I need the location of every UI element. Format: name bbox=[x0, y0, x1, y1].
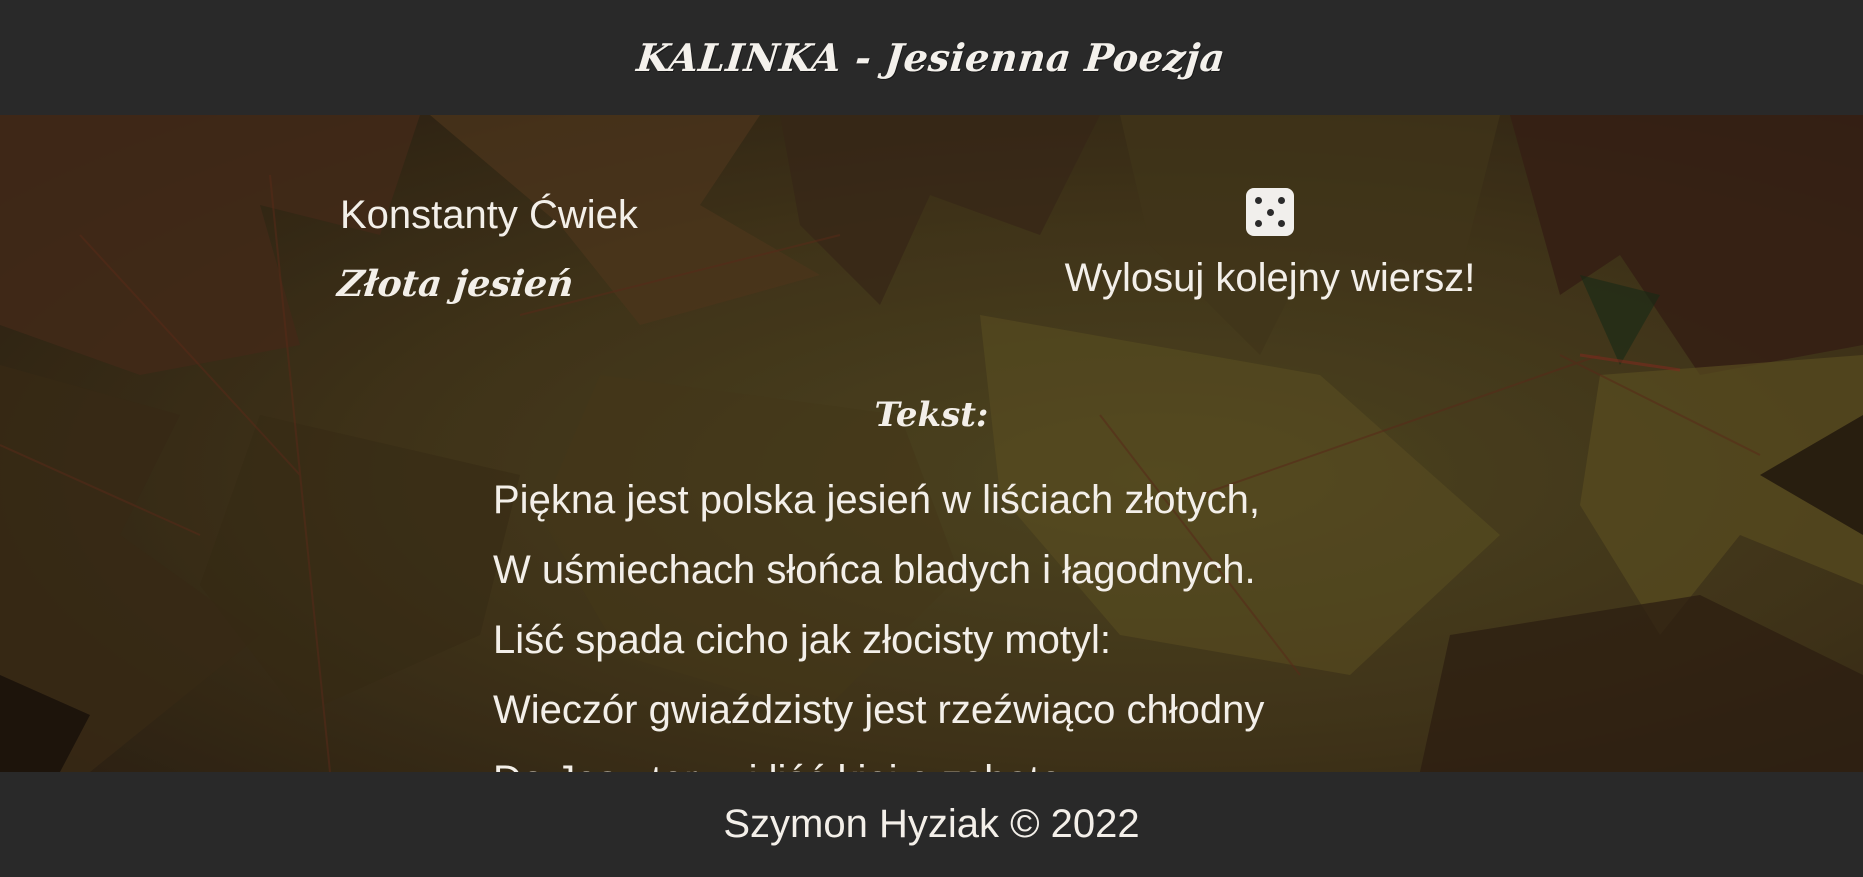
poem-line: Do Jesu ter w i liść kiej e zobate bbox=[493, 745, 1264, 772]
poem-title: Złota jesień bbox=[335, 263, 576, 305]
footer: Szymon Hyziak © 2022 bbox=[0, 772, 1863, 877]
page: KALINKA - Jesienna Poezja Konstanty Ćwie… bbox=[0, 0, 1863, 877]
poem-section: Konstanty Ćwiek Złota jesień Wylosuj kol… bbox=[0, 115, 1863, 772]
random-poem-label: Wylosuj kolejny wiersz! bbox=[1064, 256, 1476, 300]
poem-line: Wieczór gwiaździsty jest rzeźwiąco chłod… bbox=[493, 688, 1265, 732]
poem-author: Konstanty Ćwiek bbox=[340, 193, 638, 237]
poem-line: W uśmiechach słońca bladych i łagodnych. bbox=[493, 548, 1256, 592]
poem-text: Piękna jest polska jesień w liściach zło… bbox=[493, 465, 1264, 772]
random-poem-button[interactable]: Wylosuj kolejny wiersz! bbox=[1030, 188, 1510, 318]
footer-copyright: Szymon Hyziak © 2022 bbox=[723, 802, 1140, 846]
poem-line: Piękna jest polska jesień w liściach zło… bbox=[493, 478, 1261, 522]
dice-icon bbox=[1246, 188, 1294, 236]
site-title: KALINKA - Jesienna Poezja bbox=[635, 35, 1228, 80]
text-heading: Tekst: bbox=[874, 395, 989, 435]
top-bar: KALINKA - Jesienna Poezja bbox=[0, 0, 1863, 115]
poem-line: Liść spada cicho jak złocisty motyl: bbox=[493, 618, 1112, 662]
poem-content: Konstanty Ćwiek Złota jesień Wylosuj kol… bbox=[0, 115, 1863, 772]
